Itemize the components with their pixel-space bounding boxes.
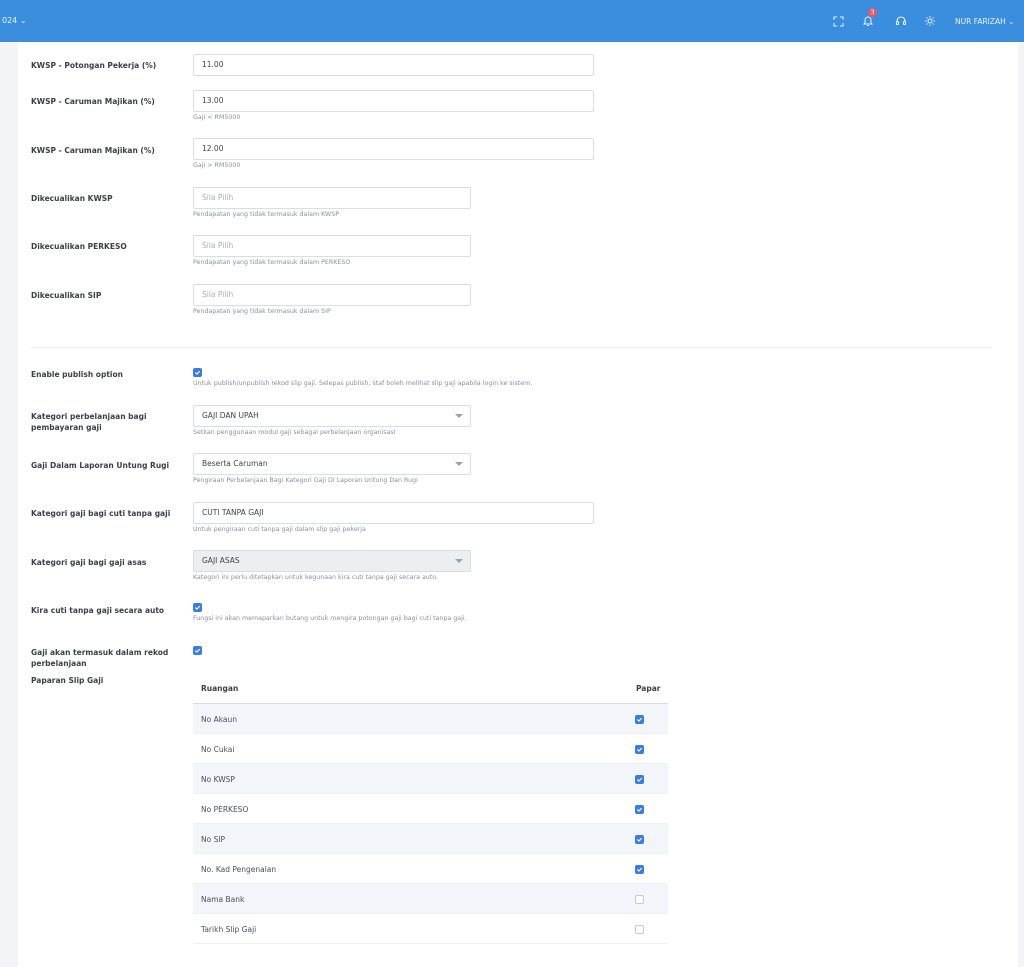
table-row: No KWSP	[193, 764, 668, 794]
table-row: No. Kad Pengenalan	[193, 854, 668, 884]
kategori-belanja-select[interactable]: GAJI DAN UPAH	[193, 405, 471, 427]
row-checkbox[interactable]	[635, 775, 644, 784]
row-checkbox[interactable]	[635, 865, 644, 874]
row-name: No PERKESO	[201, 805, 249, 814]
table-row: Nama Bank	[193, 884, 668, 914]
table-row: Tarikh Slip Gaji	[193, 914, 668, 944]
kira-auto-help: Fungsi ini akan memaparkan butang untuk …	[193, 615, 467, 622]
exc-perkeso-label: Dikecualikan PERKESO	[31, 242, 127, 251]
support-headset-icon[interactable]	[893, 13, 909, 29]
row-name: No. Kad Pengenalan	[201, 865, 277, 874]
table-header-papar: Papar	[636, 684, 661, 693]
year-selector[interactable]: 024 ⌄	[2, 16, 27, 25]
row-name: No Cukai	[201, 745, 235, 754]
publish-label: Enable publish option	[31, 370, 123, 379]
exc-kwsp-help: Pendapatan yang tidak termasuk dalam KWS…	[193, 211, 340, 218]
gaji-asas-select: GAJI ASAS	[193, 550, 471, 572]
cuti-tanpa-gaji-help: Untuk pengiraan cuti tanpa gaji dalam sl…	[193, 526, 366, 533]
exc-sip-select[interactable]: Sila Pilih	[193, 284, 471, 306]
top-navbar: 024 ⌄ 3 NUR FARIZAH ⌄	[0, 0, 1024, 42]
gaji-asas-value: GAJI ASAS	[202, 556, 240, 565]
kira-auto-checkbox[interactable]	[193, 603, 202, 612]
cuti-tanpa-gaji-input[interactable]: CUTI TANPA GAJI	[193, 502, 594, 524]
paparan-label: Paparan Slip Gaji	[31, 676, 104, 685]
untung-rugi-select[interactable]: Beserta Caruman	[193, 453, 471, 475]
check-icon	[636, 777, 643, 782]
check-icon	[636, 867, 643, 872]
gaji-asas-label: Kategori gaji bagi gaji asas	[31, 558, 147, 567]
row-name: No KWSP	[201, 775, 235, 784]
untung-rugi-label: Gaji Dalam Laporan Untung Rugi	[31, 461, 170, 470]
kategori-belanja-label: Kategori perbelanjaan bagi pembayaran ga…	[31, 412, 147, 432]
fullscreen-icon[interactable]	[830, 13, 846, 29]
kwsp-majikan-gt-label: KWSP - Caruman Majikan (%)	[31, 146, 155, 155]
publish-checkbox[interactable]	[193, 368, 202, 377]
row-checkbox[interactable]	[635, 805, 644, 814]
publish-help: Untuk publish/unpublish rekod slip gaji.…	[193, 380, 533, 387]
row-checkbox[interactable]	[635, 715, 644, 724]
kwsp-pekerja-input[interactable]: 11.00	[193, 54, 594, 76]
check-icon	[636, 807, 643, 812]
kwsp-majikan-gt-help: Gaji > RM5000	[193, 162, 241, 169]
kategori-belanja-help: Setkan penggunaan modul gaji sebagai per…	[193, 429, 396, 436]
check-icon	[194, 648, 201, 653]
row-checkbox[interactable]	[635, 895, 644, 904]
exc-sip-help: Pendapatan yang tidak termasuk dalam SIP	[193, 308, 331, 315]
check-icon	[194, 605, 201, 610]
exc-perkeso-help: Pendapatan yang tidak termasuk dalam PER…	[193, 259, 351, 266]
table-row: No SIP	[193, 824, 668, 854]
notification-badge: 3	[868, 8, 877, 17]
chevron-down-icon	[455, 462, 463, 466]
table-row: No PERKESO	[193, 794, 668, 824]
kategori-belanja-value: GAJI DAN UPAH	[202, 411, 259, 420]
row-name: No SIP	[201, 835, 226, 844]
kwsp-majikan-lt-help: Gaji < RM5000	[193, 114, 241, 121]
check-icon	[636, 747, 643, 752]
row-checkbox[interactable]	[635, 745, 644, 754]
section-divider	[31, 347, 992, 348]
row-name: No Akaun	[201, 715, 238, 724]
chevron-down-icon	[455, 414, 463, 418]
check-icon	[194, 370, 201, 375]
rekod-belanja-label: Gaji akan termasuk dalam rekod perbelanj…	[31, 648, 169, 668]
exc-kwsp-select[interactable]: Sila Pilih	[193, 187, 471, 209]
notification-bell-icon[interactable]: 3	[860, 8, 877, 29]
kira-auto-label: Kira cuti tanpa gaji secara auto	[31, 606, 165, 615]
check-icon	[636, 717, 643, 722]
row-name: Nama Bank	[201, 895, 245, 904]
exc-sip-label: Dikecualikan SIP	[31, 291, 102, 300]
check-icon	[636, 837, 643, 842]
row-name: Tarikh Slip Gaji	[201, 925, 257, 934]
cuti-tanpa-gaji-label: Kategori gaji bagi cuti tanpa gaji	[31, 509, 171, 518]
settings-gear-icon[interactable]	[922, 13, 938, 29]
exc-perkeso-select[interactable]: Sila Pilih	[193, 235, 471, 257]
exc-kwsp-label: Dikecualikan KWSP	[31, 194, 113, 203]
user-menu[interactable]: NUR FARIZAH ⌄	[955, 17, 1014, 26]
kwsp-pekerja-label: KWSP - Potongan Pekerja (%)	[31, 61, 157, 70]
kwsp-majikan-lt-label: KWSP - Caruman Majikan (%)	[31, 97, 155, 106]
gaji-asas-help: Kategori ini perlu ditetapkan untuk kegu…	[193, 574, 439, 581]
untung-rugi-help: Pengiraan Perbelanjaan Bagi Kategori Gaj…	[193, 477, 418, 484]
untung-rugi-value: Beserta Caruman	[202, 459, 268, 468]
row-checkbox[interactable]	[635, 835, 644, 844]
chevron-down-icon	[455, 559, 463, 563]
kwsp-majikan-lt-input[interactable]: 13.00	[193, 90, 594, 112]
table-header-ruangan: Ruangan	[201, 684, 239, 693]
table-row: No Akaun	[193, 704, 668, 734]
row-checkbox[interactable]	[635, 925, 644, 934]
table-row: No Cukai	[193, 734, 668, 764]
kwsp-majikan-gt-input[interactable]: 12.00	[193, 138, 594, 160]
rekod-belanja-checkbox[interactable]	[193, 646, 202, 655]
